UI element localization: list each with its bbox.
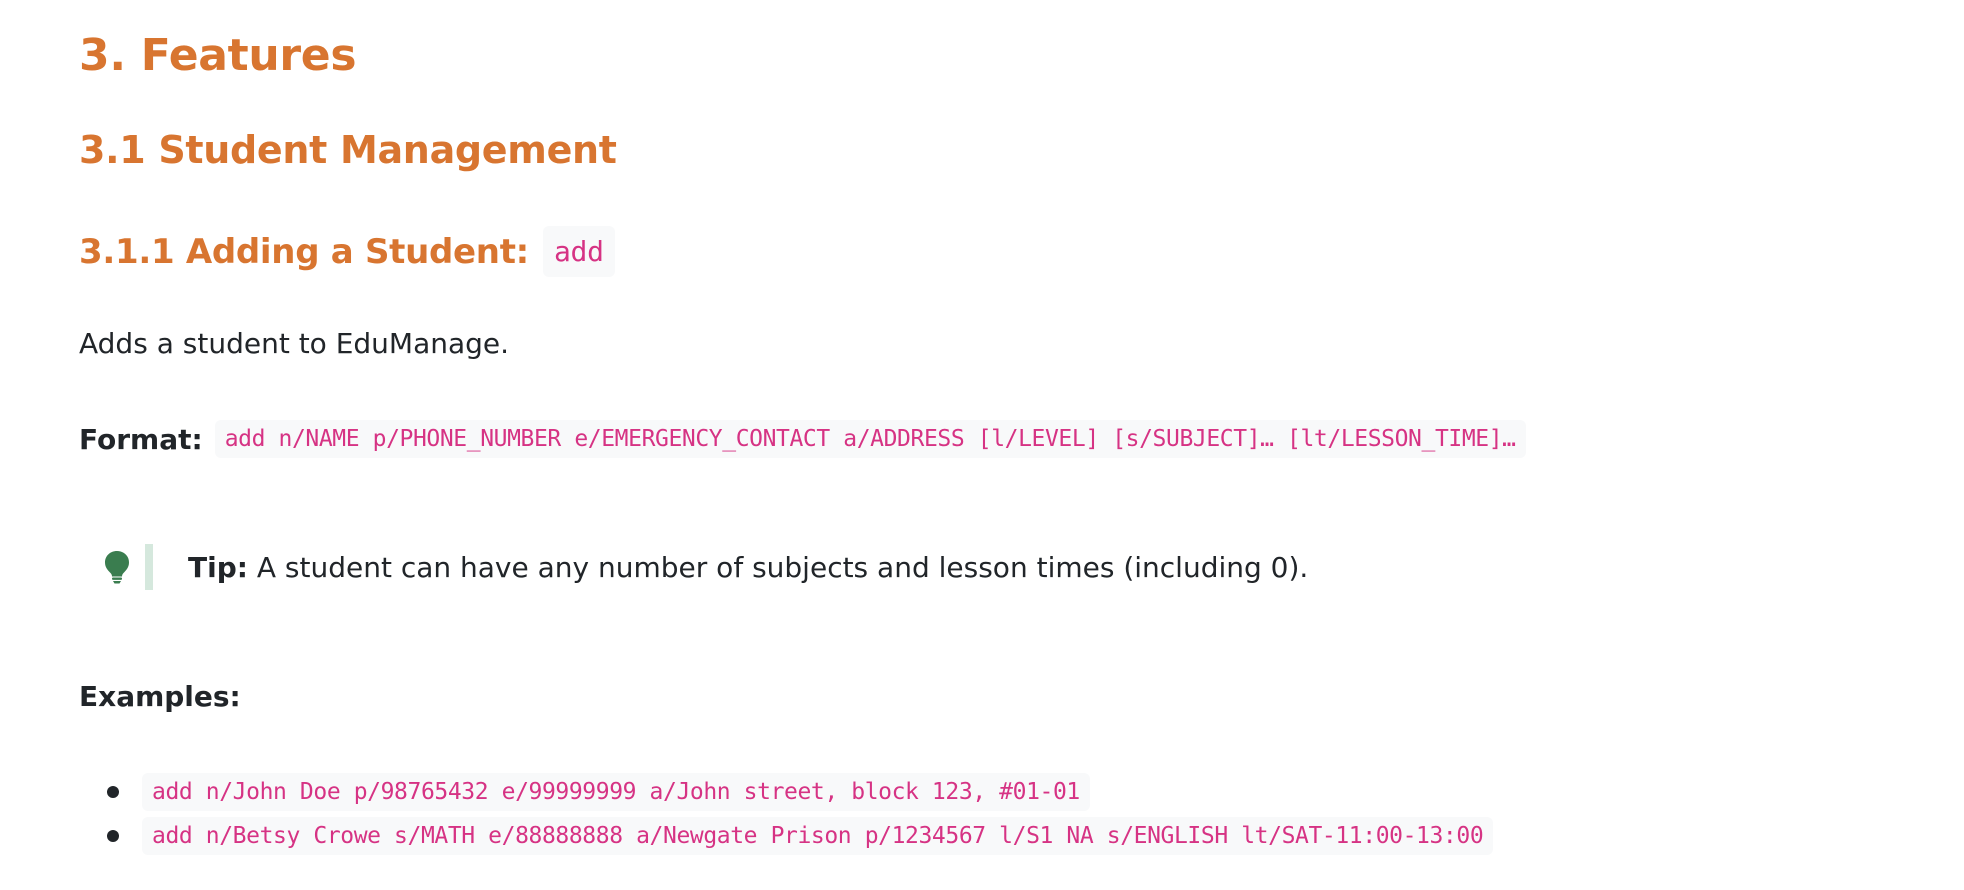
command-code-add: add xyxy=(542,226,615,277)
lightbulb-icon xyxy=(104,550,130,584)
example-code: add n/John Doe p/98765432 e/99999999 a/J… xyxy=(142,773,1090,811)
list-item: add n/John Doe p/98765432 e/99999999 a/J… xyxy=(107,770,1493,814)
bullet-icon xyxy=(107,786,119,798)
tip-callout: Tip: A student can have any number of su… xyxy=(104,544,1308,590)
tip-label: Tip: xyxy=(188,550,248,584)
examples-list: add n/John Doe p/98765432 e/99999999 a/J… xyxy=(107,770,1494,858)
format-label: Format: xyxy=(79,422,203,456)
example-code: add n/Betsy Crowe s/MATH e/88888888 a/Ne… xyxy=(142,817,1494,855)
examples-label: Examples: xyxy=(79,680,241,713)
section-heading-student-management: 3.1 Student Management xyxy=(79,128,617,172)
format-line: Format: add n/NAME p/PHONE_NUMBER e/EMER… xyxy=(79,420,1526,458)
list-item: add n/Betsy Crowe s/MATH e/88888888 a/Ne… xyxy=(107,814,1494,858)
tip-accent-bar xyxy=(145,544,153,590)
heading-text: 3.1.1 Adding a Student: xyxy=(79,231,529,272)
section-heading-adding-student: 3.1.1 Adding a Student: add xyxy=(79,226,615,277)
bullet-icon xyxy=(107,830,119,842)
tip-body: A student can have any number of subject… xyxy=(247,550,1309,584)
format-code: add n/NAME p/PHONE_NUMBER e/EMERGENCY_CO… xyxy=(214,420,1526,458)
section-heading-features: 3. Features xyxy=(79,30,357,81)
tip-text: Tip: A student can have any number of su… xyxy=(188,551,1308,584)
description-text: Adds a student to EduManage. xyxy=(79,327,510,360)
